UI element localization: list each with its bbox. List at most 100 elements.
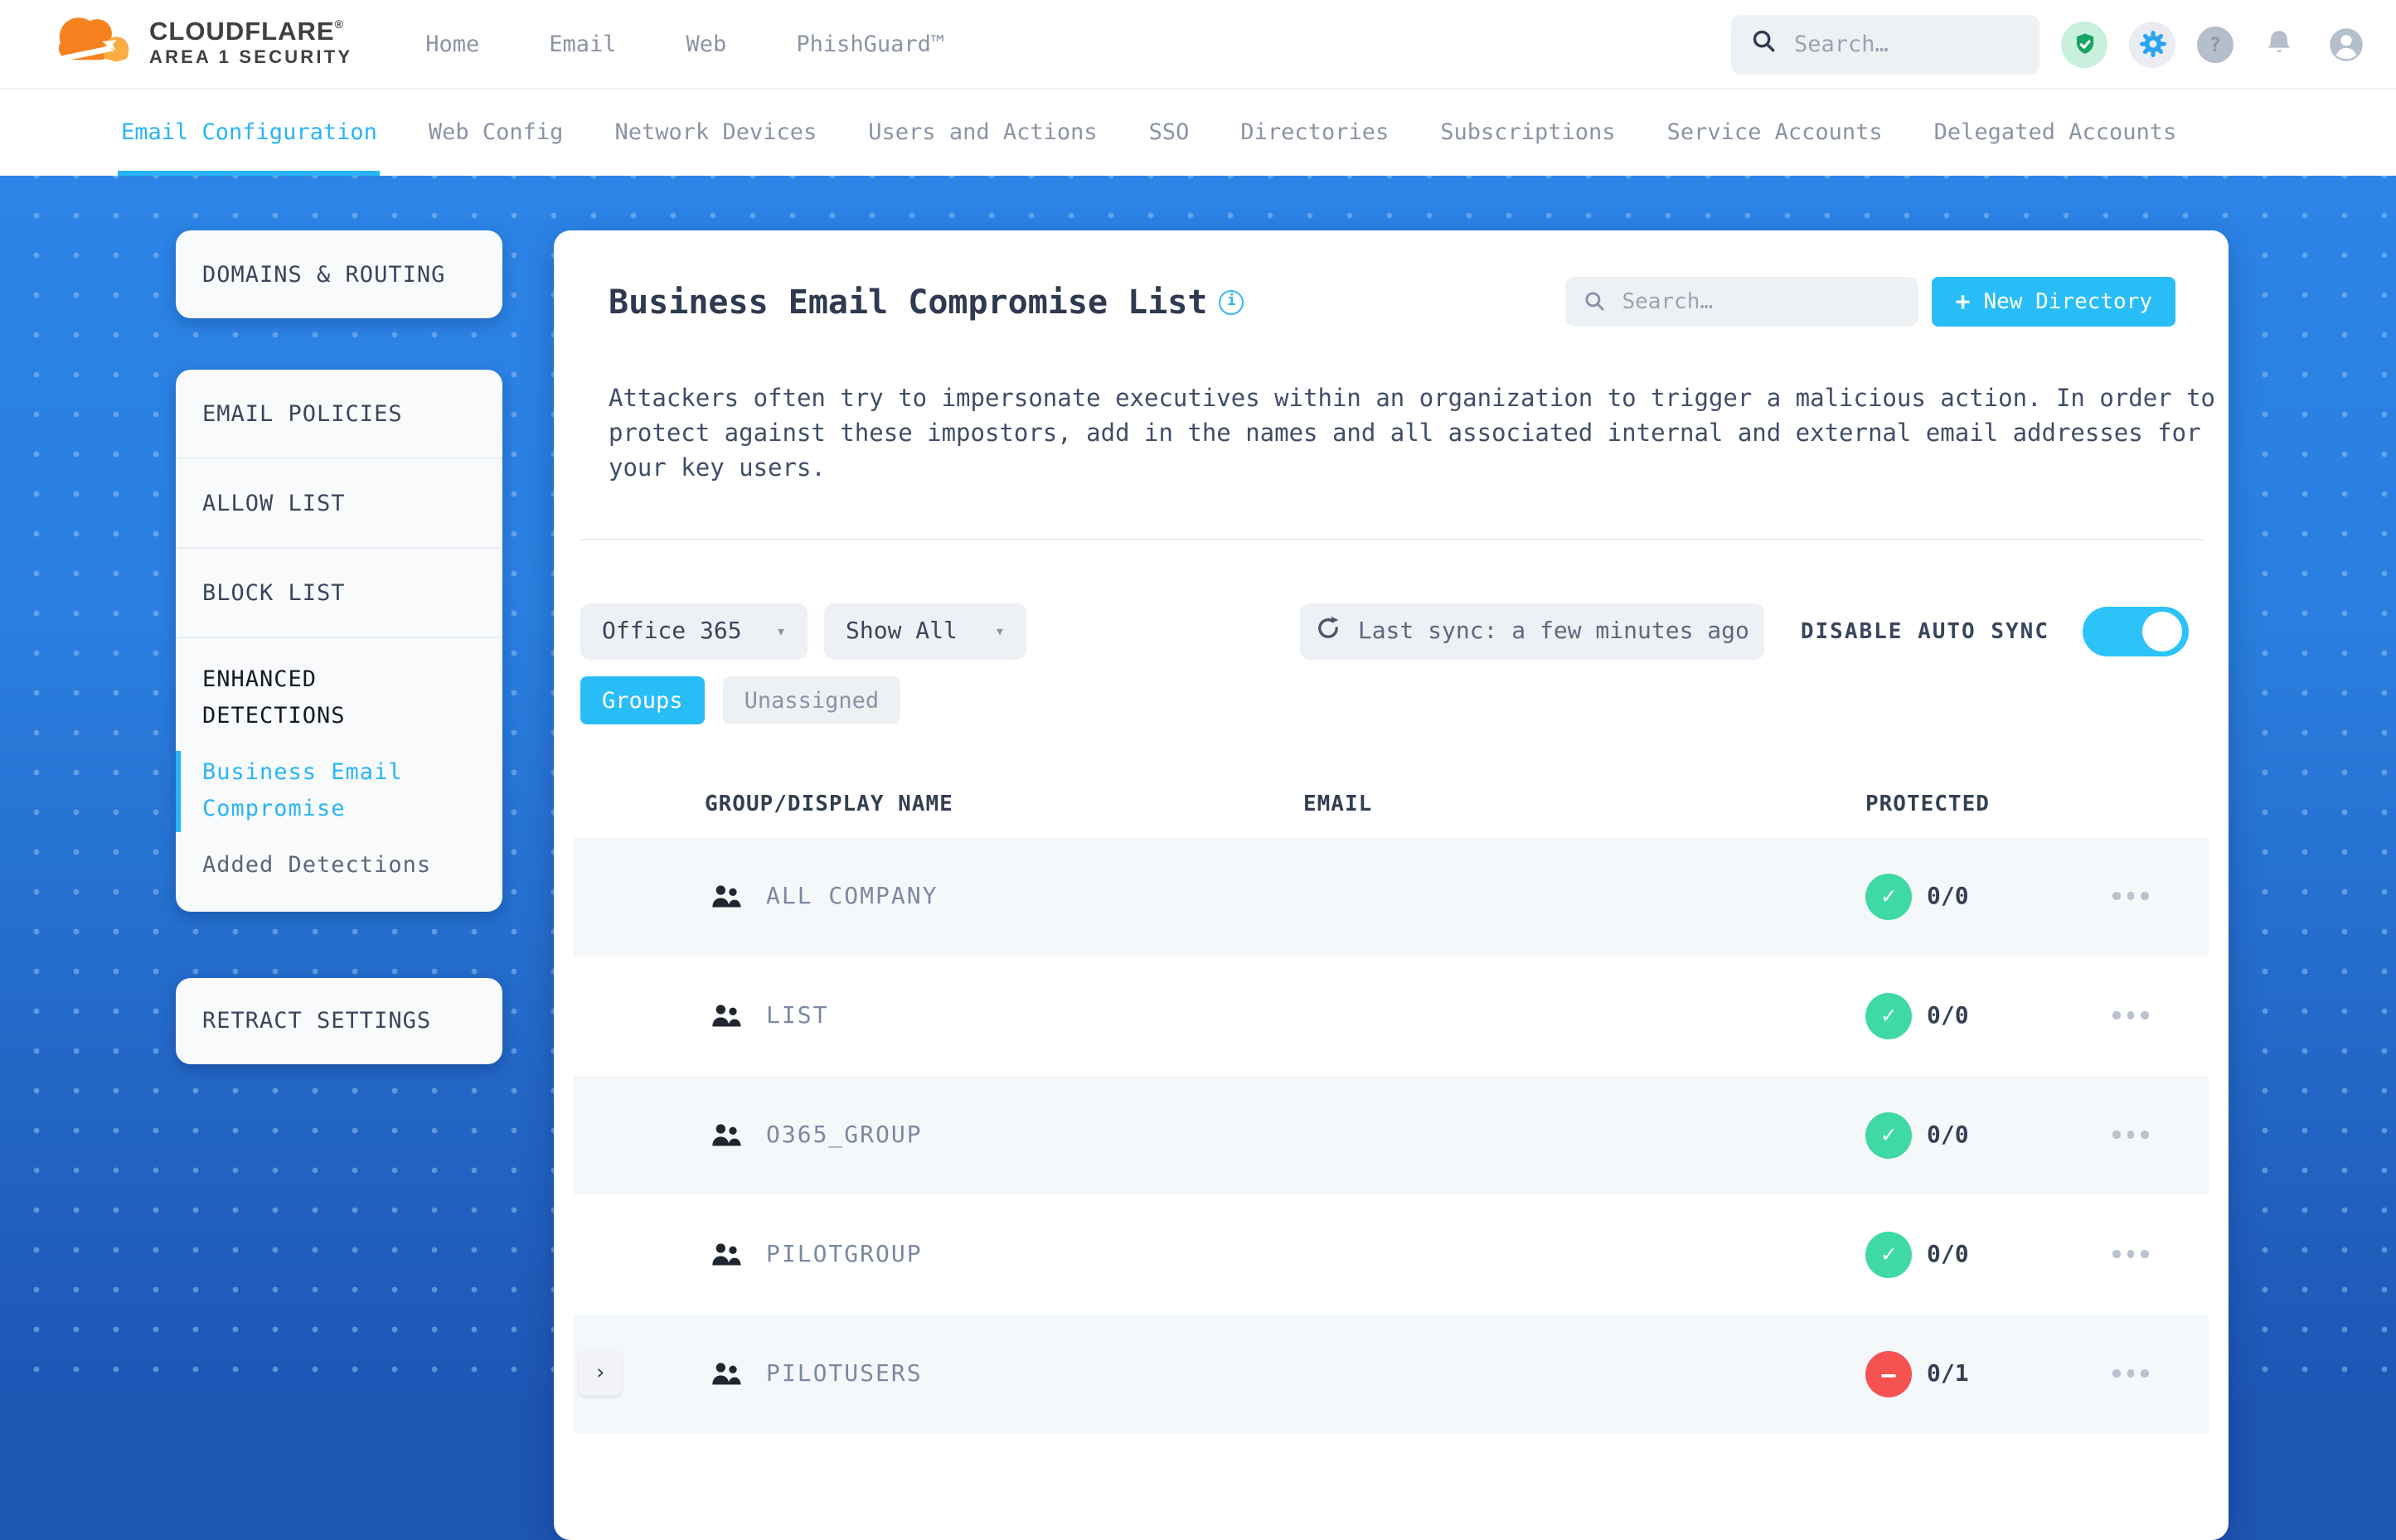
help-icon[interactable]: ? xyxy=(2197,26,2234,62)
global-search[interactable] xyxy=(1731,14,2040,74)
protected-status-icon: − xyxy=(1865,1351,1912,1397)
tab-subscriptions[interactable]: Subscriptions xyxy=(1440,90,1615,176)
row-actions-menu[interactable] xyxy=(2112,892,2148,899)
search-icon xyxy=(1584,286,1605,317)
column-header-email: EMAIL xyxy=(1303,792,1373,817)
list-search-input[interactable] xyxy=(1618,288,1901,316)
protected-status-icon: ✓ xyxy=(1865,993,1912,1039)
toggle-knob xyxy=(2142,612,2182,651)
sync-controls-row: Office 365 ▾ Show All ▾ Last sync: a few… xyxy=(580,603,2189,660)
table-header: GROUP/DISPLAY NAME EMAIL PROTECTED xyxy=(554,724,2229,837)
plus-icon: + xyxy=(1955,287,1971,317)
tab-users-and-actions[interactable]: Users and Actions xyxy=(868,90,1097,176)
gear-icon[interactable] xyxy=(2129,21,2175,67)
sidebar-item-business-email-compromise[interactable]: Business Email Compromise xyxy=(176,751,418,834)
chevron-down-icon: ▾ xyxy=(775,622,786,641)
protected-status-icon: ✓ xyxy=(1865,1112,1912,1159)
group-icon xyxy=(710,882,743,918)
sidebar-item-added-detections[interactable]: Added Detections xyxy=(202,850,476,885)
brand-subtitle: AREA 1 SECURITY xyxy=(149,47,353,68)
row-actions-menu[interactable] xyxy=(2112,1131,2148,1138)
expand-row-button[interactable]: › xyxy=(579,1349,622,1396)
group-name: PILOTGROUP xyxy=(766,1242,923,1268)
cloudflare-logo[interactable]: CLOUDFLARE® AREA 1 SECURITY xyxy=(46,9,352,79)
row-actions-menu[interactable] xyxy=(2112,1011,2148,1019)
nav-item-web[interactable]: Web xyxy=(686,31,727,57)
content-canvas: DOMAINS & ROUTING EMAIL POLICIES ALLOW L… xyxy=(0,176,2396,1540)
group-name: PILOTUSERS xyxy=(766,1361,923,1387)
nav-item-email[interactable]: Email xyxy=(549,31,616,57)
table-row[interactable]: › PILOTUSERS − 0/1 xyxy=(574,1315,2209,1434)
sidebar-item-email-policies[interactable]: EMAIL POLICIES xyxy=(176,370,502,459)
sidebar-item-domains-routing[interactable]: DOMAINS & ROUTING xyxy=(176,230,502,318)
protected-count: 0/0 xyxy=(1927,1003,1969,1029)
app-root: CLOUDFLARE® AREA 1 SECURITY Home Email W… xyxy=(0,0,2396,1540)
group-icon xyxy=(710,1359,743,1396)
sidebar-item-block-list[interactable]: BLOCK LIST xyxy=(176,549,502,638)
shield-check-icon[interactable] xyxy=(2061,21,2107,67)
main-panel: Business Email Compromise List i + New D… xyxy=(554,230,2229,1540)
group-name: ALL COMPANY xyxy=(766,884,939,910)
protected-status-icon: ✓ xyxy=(1865,1232,1912,1278)
sidebar-section-enhanced-detections: ENHANCED DETECTIONS Business Email Compr… xyxy=(176,638,502,912)
table-row[interactable]: LIST ✓ 0/0 xyxy=(574,956,2209,1076)
top-bar-actions: ? xyxy=(1731,14,2369,74)
brand-name: CLOUDFLARE® xyxy=(149,17,344,46)
top-bar: CLOUDFLARE® AREA 1 SECURITY Home Email W… xyxy=(0,0,2396,90)
row-actions-menu[interactable] xyxy=(2112,1250,2148,1257)
view-chips: Groups Unassigned xyxy=(580,676,2204,724)
list-search[interactable] xyxy=(1565,277,1919,327)
group-icon xyxy=(710,1001,743,1038)
last-sync-label: Last sync: a few minutes ago xyxy=(1357,618,1749,645)
group-icon xyxy=(710,1121,743,1157)
protected-status-icon: ✓ xyxy=(1865,874,1912,920)
sidebar-item-enhanced-detections[interactable]: ENHANCED DETECTIONS xyxy=(202,663,451,734)
column-header-protected: PROTECTED xyxy=(1865,792,1990,817)
nav-item-phishguard[interactable]: PhishGuard™ xyxy=(796,31,944,57)
table-row[interactable]: PILOTGROUP ✓ 0/0 xyxy=(574,1195,2209,1315)
tab-directories[interactable]: Directories xyxy=(1240,90,1389,176)
tab-sso[interactable]: SSO xyxy=(1149,90,1190,176)
protected-count: 0/0 xyxy=(1927,884,1969,910)
sidebar-item-allow-list[interactable]: ALLOW LIST xyxy=(176,459,502,549)
auto-sync-label: DISABLE AUTO SYNC xyxy=(1800,619,2049,644)
nav-item-home[interactable]: Home xyxy=(425,31,479,57)
account-icon[interactable] xyxy=(2323,21,2369,67)
bell-icon[interactable] xyxy=(2255,21,2301,67)
chevron-down-icon: ▾ xyxy=(994,622,1005,641)
tab-network-devices[interactable]: Network Devices xyxy=(614,90,817,176)
new-directory-button[interactable]: + New Directory xyxy=(1932,277,2175,327)
page-title: Business Email Compromise List xyxy=(609,282,1208,322)
group-name: LIST xyxy=(766,1003,829,1029)
group-name: O365_GROUP xyxy=(766,1122,923,1149)
cloudflare-cloud-icon xyxy=(46,9,133,79)
page-description: Attackers often try to impersonate execu… xyxy=(609,386,2216,482)
auto-sync-toggle[interactable] xyxy=(2083,607,2189,656)
sidebar-item-retract-settings[interactable]: RETRACT SETTINGS xyxy=(176,978,502,1064)
sidebar-email-settings-card: EMAIL POLICIES ALLOW LIST BLOCK LIST ENH… xyxy=(176,370,502,912)
search-icon xyxy=(1751,28,1776,60)
last-sync-button[interactable]: Last sync: a few minutes ago xyxy=(1299,603,1764,660)
chip-groups[interactable]: Groups xyxy=(580,676,705,724)
group-icon xyxy=(710,1240,743,1276)
section-divider xyxy=(580,539,2204,540)
table-row[interactable]: ALL COMPANY ✓ 0/0 xyxy=(574,837,2209,956)
protected-count: 0/0 xyxy=(1927,1242,1969,1268)
info-icon[interactable]: i xyxy=(1219,289,1244,314)
chip-unassigned[interactable]: Unassigned xyxy=(722,676,901,724)
tab-service-accounts[interactable]: Service Accounts xyxy=(1667,90,1883,176)
row-actions-menu[interactable] xyxy=(2112,1369,2148,1377)
panel-header: Business Email Compromise List i + New D… xyxy=(554,230,2229,327)
column-header-group-name: GROUP/DISPLAY NAME xyxy=(705,792,953,817)
show-filter-select[interactable]: Show All ▾ xyxy=(824,603,1026,660)
directory-select[interactable]: Office 365 ▾ xyxy=(580,603,808,660)
tab-delegated-accounts[interactable]: Delegated Accounts xyxy=(1934,90,2177,176)
primary-nav: Home Email Web PhishGuard™ xyxy=(425,31,944,57)
config-tabs: Email Configuration Web Config Network D… xyxy=(0,90,2396,176)
tab-email-configuration[interactable]: Email Configuration xyxy=(117,90,381,176)
tab-web-config[interactable]: Web Config xyxy=(429,90,564,176)
protected-count: 0/1 xyxy=(1927,1361,1969,1387)
global-search-input[interactable] xyxy=(1791,29,2020,59)
registered-mark: ® xyxy=(334,19,344,31)
table-row[interactable]: O365_GROUP ✓ 0/0 xyxy=(574,1076,2209,1195)
